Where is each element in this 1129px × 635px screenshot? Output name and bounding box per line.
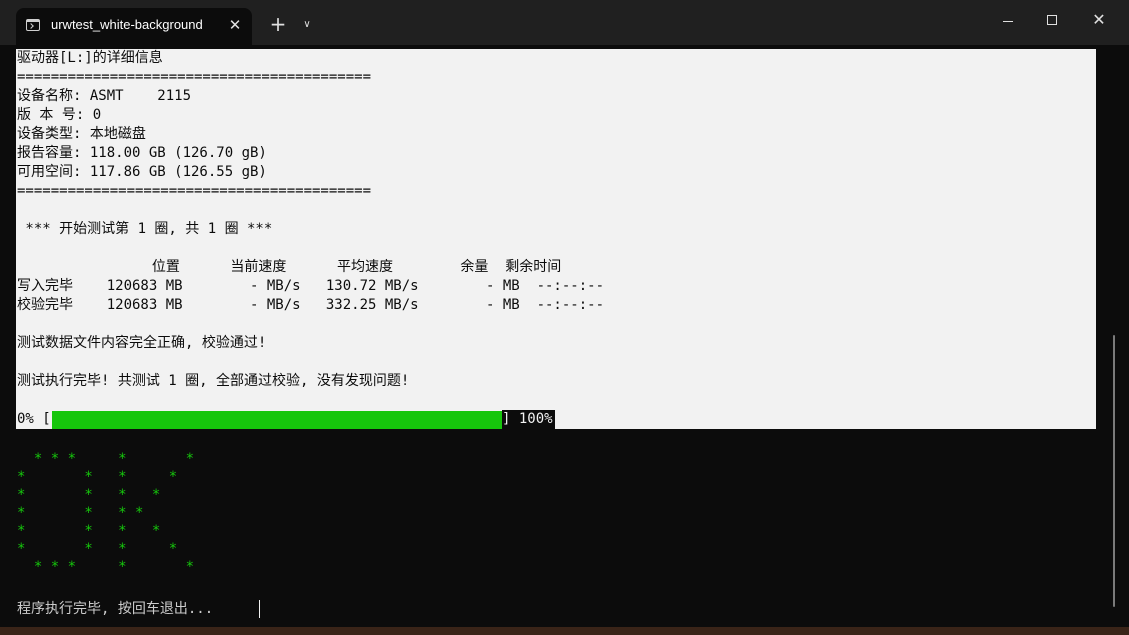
table-row: 写入完毕 120683 MB - MB/s 130.72 MB/s - MB -…: [17, 278, 605, 294]
progress-bar: [52, 411, 502, 429]
ascii-art-line: * * * *: [17, 505, 144, 521]
desktop-background-strip: [0, 627, 1129, 635]
ascii-art-line: * * * *: [17, 469, 178, 485]
table-header: 位置 当前速度 平均速度 余量 剩余时间: [17, 259, 562, 275]
progress-row: 0% [ ] 100%: [16, 410, 555, 429]
text-cursor: [259, 600, 260, 618]
title-bar: urwtest_white-background ✕ + ∨ ✕: [0, 0, 1129, 45]
progress-end-label: ] 100%: [502, 410, 555, 429]
terminal-output[interactable]: 驱动器[L:]的详细信息 ===========================…: [0, 45, 1129, 635]
close-icon: ✕: [1092, 10, 1106, 29]
ascii-art-line: * * * *: [17, 487, 161, 503]
verify-message: 测试数据文件内容完全正确, 校验通过!: [17, 335, 267, 351]
ascii-art-line: * * * * *: [17, 451, 195, 467]
complete-message: 测试执行完毕! 共测试 1 圈, 全部通过校验, 没有发现问题!: [17, 373, 410, 389]
chevron-down-icon[interactable]: ∨: [298, 14, 316, 36]
maximize-icon: [1047, 15, 1057, 25]
close-tab-icon[interactable]: ✕: [224, 14, 246, 36]
ascii-art-line: * * * *: [17, 523, 161, 539]
scrollbar[interactable]: [1113, 335, 1115, 607]
progress-bar-fill: [52, 411, 502, 429]
exit-prompt: 程序执行完毕, 按回车退出...: [17, 601, 214, 617]
reported-capacity-line: 报告容量: 118.00 GB (126.70 gB): [17, 145, 267, 161]
terminal-icon: [26, 19, 40, 31]
maximize-button[interactable]: [1029, 0, 1075, 40]
version-line: 版 本 号: 0: [17, 107, 102, 123]
free-space-line: 可用空间: 117.86 GB (126.55 gB): [17, 164, 267, 180]
progress-start-label: 0% [: [17, 411, 51, 427]
ascii-art-line: * * * *: [17, 541, 178, 557]
terminal-tab[interactable]: urwtest_white-background ✕: [16, 8, 252, 45]
round-banner: *** 开始测试第 1 圈, 共 1 圈 ***: [17, 221, 273, 237]
minimize-icon: [1003, 21, 1013, 22]
ascii-art-line: * * * * *: [17, 559, 195, 575]
new-tab-icon[interactable]: +: [266, 13, 290, 37]
tab-title: urwtest_white-background: [51, 17, 203, 32]
minimize-button[interactable]: [986, 0, 1032, 40]
separator-line: ========================================…: [17, 183, 372, 199]
device-type-line: 设备类型: 本地磁盘: [17, 126, 146, 142]
separator-line: ========================================…: [17, 69, 372, 85]
terminal-window: urwtest_white-background ✕ + ∨ ✕ 驱动器[L:]…: [0, 0, 1129, 635]
table-row: 校验完毕 120683 MB - MB/s 332.25 MB/s - MB -…: [17, 297, 605, 313]
drive-detail-header: 驱动器[L:]的详细信息: [17, 50, 163, 66]
close-window-button[interactable]: ✕: [1076, 0, 1122, 40]
device-name-line: 设备名称: ASMT 2115: [17, 88, 192, 104]
